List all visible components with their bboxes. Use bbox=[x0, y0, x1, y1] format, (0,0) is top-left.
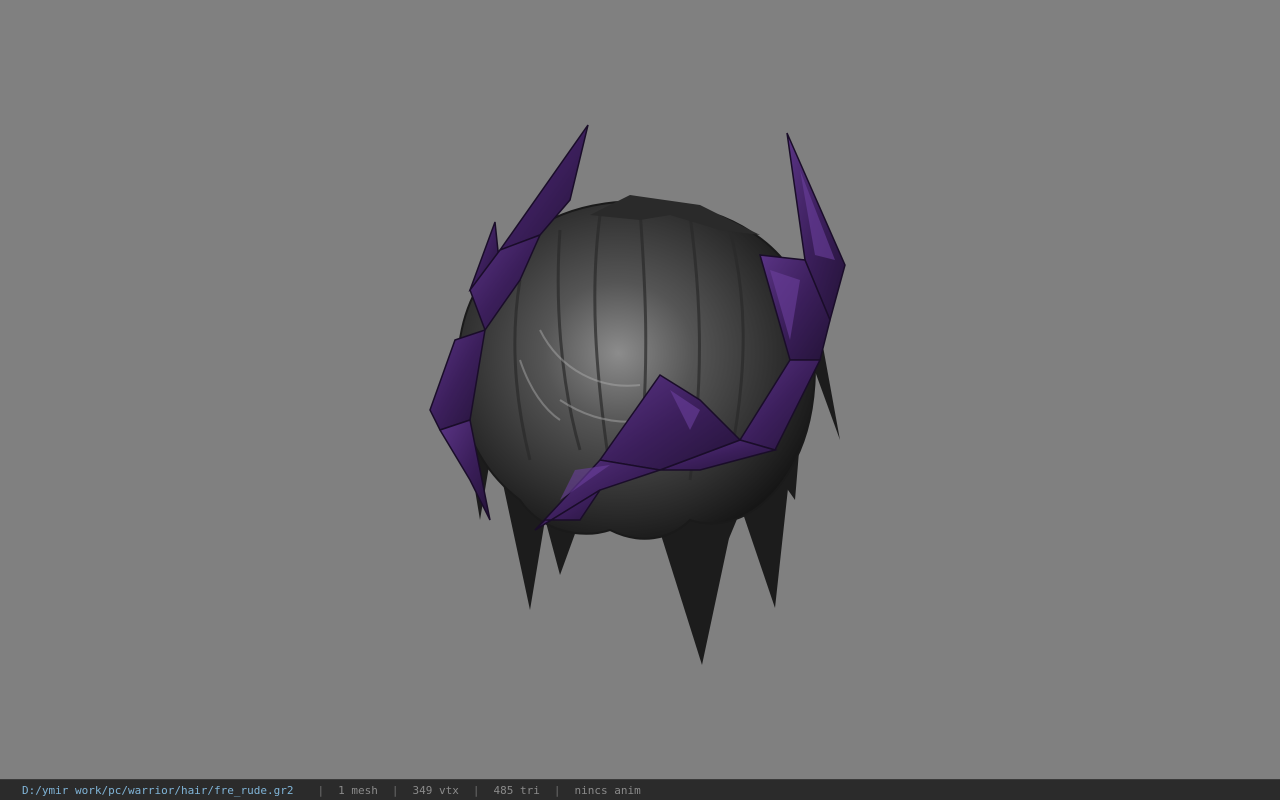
status-bar: D:/ymir work/pc/warrior/hair/fre_rude.gr… bbox=[0, 779, 1280, 800]
mesh-count: 1 mesh bbox=[338, 783, 378, 797]
file-path: D:/ymir work/pc/warrior/hair/fre_rude.gr… bbox=[22, 783, 294, 797]
status-separator: | bbox=[317, 783, 325, 797]
status-separator: | bbox=[553, 783, 561, 797]
vertex-count: 349 vtx bbox=[412, 783, 459, 797]
status-separator: | bbox=[391, 783, 399, 797]
animation-status: nincs anim bbox=[574, 783, 641, 797]
3d-viewport[interactable] bbox=[0, 0, 1280, 779]
hair-model-render bbox=[429, 124, 846, 665]
triangle-count: 485 tri bbox=[493, 783, 540, 797]
status-separator: | bbox=[472, 783, 480, 797]
